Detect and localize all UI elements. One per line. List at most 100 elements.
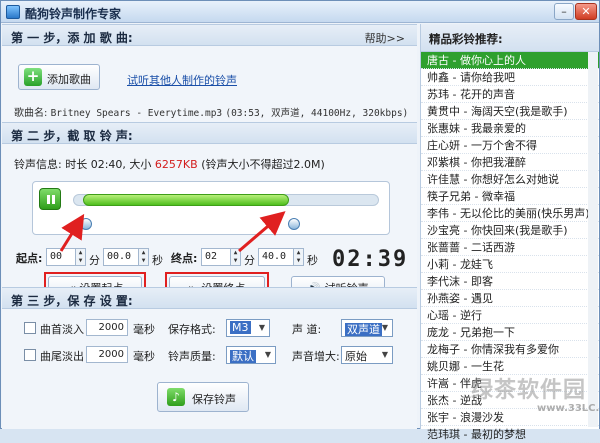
music-note-icon: ♪ <box>167 388 185 406</box>
minimize-button[interactable]: – <box>554 3 574 20</box>
step2-title: 第 二 步，截 取 铃 声: <box>11 129 133 143</box>
recommend-item[interactable]: 小莉 - 龙娃飞 <box>421 256 599 273</box>
unit-sec: 秒 <box>307 254 318 267</box>
trim-track <box>32 181 390 235</box>
spin-arrows-icon[interactable]: ▲ ▼ <box>138 249 148 265</box>
app-icon <box>6 5 20 19</box>
title-bar: 酷狗铃声制作专家 – ✕ <box>1 1 599 23</box>
channel-value: 双声道 <box>345 323 382 336</box>
recommend-item[interactable]: 庄心妍 - 一万个舍不得 <box>421 137 599 154</box>
ms-unit: 毫秒 <box>133 323 155 336</box>
start-min-spin[interactable]: 00 ▲ ▼ <box>46 248 86 266</box>
end-sec-spin[interactable]: 40.0 ▲ ▼ <box>258 248 304 266</box>
recommend-item[interactable]: 沙宝亮 - 你快回来(我是歌手) <box>421 222 599 239</box>
recommend-item[interactable]: 张惠妹 - 我最亲爱的 <box>421 120 599 137</box>
recommend-item[interactable]: 张蔷蔷 - 二话西游 <box>421 239 599 256</box>
unit-sec: 秒 <box>152 254 163 267</box>
step3-title: 第 三 步，保 存 设 置: <box>11 294 133 308</box>
song-file: Britney Spears - Everytime.mp3 <box>50 108 223 119</box>
try-others-link[interactable]: 试听其他人制作的铃声 <box>127 72 237 88</box>
size-limit-note: (铃声大小不得超过2.0M) <box>201 158 325 171</box>
recommend-item[interactable]: 李伟 - 无以伦比的美丽(快乐男声) <box>421 205 599 222</box>
window-title: 酷狗铃声制作专家 <box>25 7 122 21</box>
ringtone-info: 铃声信息: 时长 02:40, 大小 6257KB (铃声大小不得超过2.0M) <box>14 156 325 172</box>
unit-min: 分 <box>89 254 100 267</box>
end-sec-value: 40.0 <box>262 251 287 262</box>
help-link[interactable]: 帮助>> <box>365 30 405 46</box>
step1-title: 第 一 步，添 加 歌 曲: <box>11 31 133 45</box>
start-sec-value: 00.0 <box>107 251 132 262</box>
start-min-value: 00 <box>50 251 63 262</box>
quality-label: 铃声质量: <box>168 350 216 363</box>
end-min-value: 02 <box>205 251 218 262</box>
recommend-item[interactable]: 许佳慧 - 你想好怎么对她说 <box>421 171 599 188</box>
gain-label: 声音增大: <box>292 350 340 363</box>
recommend-item[interactable]: 孙燕姿 - 遇见 <box>421 290 599 307</box>
chevron-down-icon: ▼ <box>381 350 389 359</box>
unit-min: 分 <box>244 254 255 267</box>
start-handle[interactable] <box>80 218 92 230</box>
recommend-item[interactable]: 心瑶 - 逆行 <box>421 307 599 324</box>
save-ringtone-button[interactable]: ♪ 保存铃声 <box>157 382 249 412</box>
recommend-item[interactable]: 庞龙 - 兄弟抱一下 <box>421 324 599 341</box>
step2-header: 第 二 步，截 取 铃 声: <box>2 122 417 144</box>
add-song-button[interactable]: + 添加歌曲 <box>18 64 100 90</box>
chevron-down-icon: ▼ <box>381 323 389 332</box>
recommend-sidebar: 精品彩铃推荐: 唐古 - 做你心上的人 帅鑫 - 请你给我吧 苏玮 - 花开的声音黄… <box>420 24 599 443</box>
start-label: 起点: <box>16 252 43 265</box>
spin-arrows-icon[interactable]: ▲ ▼ <box>75 249 85 265</box>
recommend-item[interactable]: 邓紫棋 - 你把我灌醉 <box>421 154 599 171</box>
fadeout-ms-input[interactable]: 2000 <box>86 346 128 363</box>
format-label: 保存格式: <box>168 323 216 336</box>
save-ringtone-label: 保存铃声 <box>192 393 236 406</box>
fadein-ms-input[interactable]: 2000 <box>86 319 128 336</box>
chevron-down-icon: ▼ <box>264 350 272 359</box>
fadeout-checkbox[interactable] <box>24 349 36 361</box>
plus-icon: + <box>24 68 42 86</box>
song-label: 歌曲名: <box>14 108 48 119</box>
end-handle[interactable] <box>288 218 300 230</box>
recommend-item[interactable]: 李代沫 - 即客 <box>421 273 599 290</box>
step3-header: 第 三 步，保 存 设 置: <box>2 287 417 309</box>
ringtone-info-label: 铃声信息: <box>14 158 62 171</box>
channel-label: 声 道: <box>292 323 322 336</box>
format-select[interactable]: M3 ▼ <box>226 319 270 337</box>
ms-unit: 毫秒 <box>133 350 155 363</box>
scrollbar[interactable] <box>588 52 598 427</box>
recommend-item[interactable]: 帅鑫 - 请你给我吧 <box>421 69 599 86</box>
chevron-down-icon: ▼ <box>258 323 266 332</box>
quality-select[interactable]: 默认 ▼ <box>226 346 276 364</box>
watermark-url: www.33LC.com <box>537 403 600 414</box>
song-info: 歌曲名: Britney Spears - Everytime.mp3 (03:… <box>14 104 408 119</box>
watermark-logo: 绿茶软件园 <box>471 378 587 403</box>
time-display: 02:39 <box>332 247 409 272</box>
song-meta: (03:53, 双声道, 44100Hz, 320kbps) <box>225 108 409 119</box>
recommend-item[interactable]: 龙梅子 - 你情深我有多爱你 <box>421 341 599 358</box>
add-song-label: 添加歌曲 <box>47 73 91 86</box>
end-label: 终点: <box>171 252 198 265</box>
gain-value: 原始 <box>345 350 367 363</box>
fadeout-label: 曲尾淡出 <box>40 350 84 363</box>
pause-icon[interactable] <box>39 188 61 210</box>
end-min-spin[interactable]: 02 ▲ ▼ <box>201 248 241 266</box>
sidebar-title: 精品彩铃推荐: <box>421 24 599 52</box>
app-window: 酷狗铃声制作专家 – ✕ 第 一 步，添 加 歌 曲: 帮助>> + 添加歌曲 … <box>0 0 600 443</box>
recommend-item[interactable]: 苏玮 - 花开的声音 <box>421 86 599 103</box>
spin-arrows-icon[interactable]: ▲ ▼ <box>293 249 303 265</box>
main-panel: 第 一 步，添 加 歌 曲: 帮助>> + 添加歌曲 试听其他人制作的铃声 歌曲… <box>2 24 417 429</box>
start-sec-spin[interactable]: 00.0 ▲ ▼ <box>103 248 149 266</box>
spin-arrows-icon[interactable]: ▲ ▼ <box>230 249 240 265</box>
recommend-item[interactable]: 筷子兄弟 - 微幸福 <box>421 188 599 205</box>
close-button[interactable]: ✕ <box>575 3 597 20</box>
recommend-item[interactable]: 黄贯中 - 海阔天空(我是歌手) <box>421 103 599 120</box>
ringtone-size: 6257KB <box>154 158 198 171</box>
gain-select[interactable]: 原始 ▼ <box>341 346 393 364</box>
step1-header: 第 一 步，添 加 歌 曲: 帮助>> <box>2 24 417 46</box>
ringtone-duration: 时长 02:40, 大小 <box>65 158 152 171</box>
recommend-item[interactable]: 唐古 - 做你心上的人 <box>421 52 599 69</box>
channel-select[interactable]: 双声道 ▼ <box>341 319 393 337</box>
format-value: M3 <box>230 321 251 334</box>
fadein-checkbox[interactable] <box>24 322 36 334</box>
quality-value: 默认 <box>230 350 256 363</box>
fadein-label: 曲首淡入 <box>40 323 84 336</box>
